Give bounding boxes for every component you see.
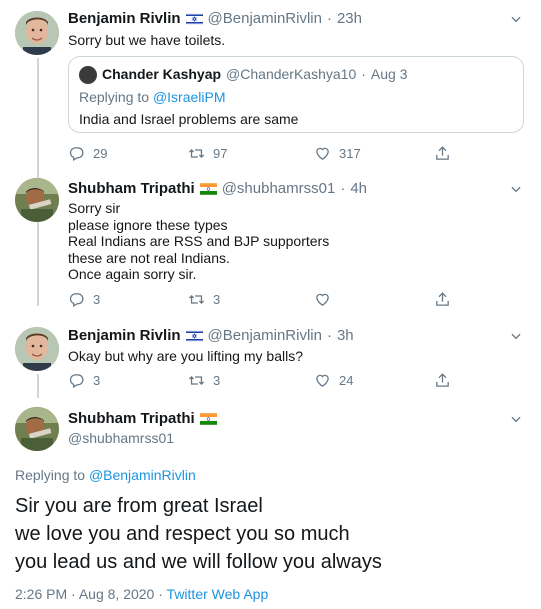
share-icon [434,372,451,389]
retweet-icon [188,372,205,389]
client-link[interactable]: Twitter Web App [167,586,269,602]
text-line: Sorry sir [68,200,121,216]
tweet-header: Shubham Tripathi @shubhamrss01 · 4h [68,180,367,197]
author-handle[interactable]: @shubhamrss01 [222,180,336,197]
author-name[interactable]: Shubham Tripathi [68,180,195,197]
tweet-text: Okay but why are you lifting my balls? [68,348,303,364]
thread-line-2 [37,374,39,398]
tweet-actions: 3 3 24 [68,372,458,390]
quote-timestamp: Aug 3 [370,66,408,82]
chevron-down-icon[interactable] [509,412,523,426]
share-button[interactable] [434,145,451,162]
timestamp[interactable]: 3h [337,327,354,344]
text-line: these are not real Indians. [68,249,230,266]
tweet-header: Benjamin Rivlin @BenjaminRivlin · 3h [68,327,354,344]
reply-button[interactable]: 3 [68,372,100,389]
chevron-down-icon[interactable] [509,182,523,196]
quoted-tweet[interactable]: Chander Kashyap @ChanderKashya10 · Aug 3… [68,56,524,133]
reply-count: 29 [93,146,108,161]
like-button[interactable]: 24 [314,372,353,389]
avatar[interactable] [15,178,59,222]
tweet-actions: 3 3 [68,291,458,309]
like-count: 24 [339,373,354,388]
tweet-actions: 29 97 317 [68,145,458,163]
reply-count: 3 [93,292,101,307]
avatar[interactable] [15,407,59,451]
avatar[interactable] [15,327,59,371]
israel-flag-icon [186,330,203,342]
retweet-button[interactable]: 97 [188,145,227,162]
tweet-date[interactable]: Aug 8, 2020 [79,586,155,602]
author-handle[interactable]: @BenjaminRivlin [208,10,322,27]
israel-flag-icon [186,13,203,25]
separator: · [340,180,346,197]
reply-icon [68,291,85,308]
tweet-text: Sorry sir please ignore these types Real… [68,200,329,283]
reply-icon [68,145,85,162]
quote-author-handle: @ChanderKashya10 [226,66,357,82]
retweet-count: 3 [213,292,221,307]
author-handle[interactable]: @shubhamrss01 [68,430,174,446]
like-button[interactable] [314,291,331,308]
author-name[interactable]: Benjamin Rivlin [68,10,181,27]
quote-author-name: Chander Kashyap [102,66,222,82]
separator: · [158,586,163,602]
replying-label: Replying to [79,89,150,105]
replying-handle[interactable]: @IsraeliPM [153,89,226,105]
text-line: we love you and respect you so much [15,523,350,545]
like-button[interactable]: 317 [314,145,361,162]
retweet-icon [188,291,205,308]
tweet-header: Benjamin Rivlin @BenjaminRivlin · 23h [68,10,362,27]
retweet-icon [188,145,205,162]
retweet-count: 97 [213,146,228,161]
separator: · [326,10,332,27]
tweet-text: Sorry but we have toilets. [68,32,226,48]
chevron-down-icon[interactable] [509,12,523,26]
share-icon [434,145,451,162]
chevron-down-icon[interactable] [509,329,523,343]
main-tweet-text: Sir you are from great Israel we love yo… [15,492,382,576]
india-flag-icon [200,183,217,195]
reply-button[interactable]: 29 [68,145,107,162]
like-count: 317 [339,146,361,161]
replying-label: Replying to [15,467,86,483]
text-line: Once again sorry sir. [68,266,197,282]
tweet-metadata: 2:26 PM · Aug 8, 2020 · Twitter Web App [15,586,268,602]
like-icon [314,372,331,389]
quote-replying-to: Replying to @IsraeliPM [79,89,226,105]
quote-text: India and Israel problems are same [79,111,299,127]
author-handle[interactable]: @BenjaminRivlin [208,327,322,344]
like-icon [314,291,331,308]
share-button[interactable] [434,291,451,308]
author-name[interactable]: Benjamin Rivlin [68,327,181,344]
text-line: please ignore these types [68,216,228,233]
tweet-time[interactable]: 2:26 PM [15,586,67,602]
replying-to: Replying to @BenjaminRivlin [15,467,196,483]
separator: · [361,66,366,82]
replying-handle[interactable]: @BenjaminRivlin [89,467,196,483]
retweet-button[interactable]: 3 [188,291,220,308]
timestamp[interactable]: 4h [350,180,367,197]
text-line: Sir you are from great Israel [15,495,263,517]
retweet-count: 3 [213,373,221,388]
quote-avatar [79,66,97,84]
text-line: Real Indians are RSS and BJP supporters [68,233,330,249]
timestamp[interactable]: 23h [337,10,362,27]
avatar[interactable] [15,11,59,55]
retweet-button[interactable]: 3 [188,372,220,389]
tweet-header: Shubham Tripathi [68,410,217,427]
reply-button[interactable]: 3 [68,291,100,308]
india-flag-icon [200,413,217,425]
reply-icon [68,372,85,389]
reply-count: 3 [93,373,101,388]
separator: · [71,586,76,602]
like-icon [314,145,331,162]
separator: · [326,327,332,344]
share-icon [434,291,451,308]
share-button[interactable] [434,372,451,389]
author-name[interactable]: Shubham Tripathi [68,410,195,427]
text-line: you lead us and we will follow you alway… [15,551,382,573]
